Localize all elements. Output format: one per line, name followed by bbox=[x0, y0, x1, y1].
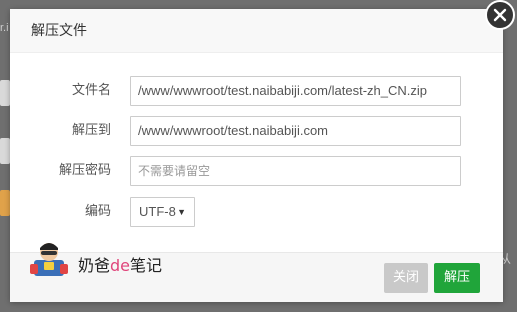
close-icon[interactable] bbox=[485, 0, 515, 30]
caret-down-icon: ▼ bbox=[177, 207, 186, 217]
file-icon bbox=[0, 190, 10, 216]
extract-button[interactable]: 解压 bbox=[434, 263, 480, 293]
watermark-part-2: de bbox=[110, 256, 131, 275]
close-button[interactable]: 关闭 bbox=[384, 263, 428, 293]
encoding-row: 编码 UTF-8 ▼ bbox=[10, 197, 503, 227]
encoding-select[interactable]: UTF-8 ▼ bbox=[130, 197, 195, 227]
dialog-title: 解压文件 bbox=[10, 9, 503, 53]
password-row: 解压密码 不需要请留空 bbox=[10, 156, 503, 186]
extract-to-row: 解压到 /www/wwwroot/test.naibabiji.com bbox=[10, 116, 503, 146]
encoding-label: 编码 bbox=[84, 204, 111, 219]
filename-input[interactable]: /www/wwwroot/test.naibabiji.com/latest-z… bbox=[130, 76, 461, 106]
encoding-selected-value: UTF-8 bbox=[139, 204, 176, 219]
file-icon bbox=[0, 80, 10, 106]
watermark-text: 奶爸de笔记 bbox=[78, 252, 162, 276]
extract-to-input[interactable]: /www/wwwroot/test.naibabiji.com bbox=[130, 116, 461, 146]
x-icon bbox=[493, 8, 507, 22]
password-label: 解压密码 bbox=[58, 163, 111, 178]
avatar-logo-icon bbox=[30, 243, 68, 276]
watermark-logo: 奶爸de笔记 bbox=[26, 236, 186, 284]
extract-to-label: 解压到 bbox=[71, 123, 111, 138]
password-input[interactable]: 不需要请留空 bbox=[130, 156, 461, 186]
file-icon bbox=[0, 138, 10, 164]
filename-row: 文件名 /www/wwwroot/test.naibabiji.com/late… bbox=[10, 76, 503, 106]
watermark-part-3: 笔记 bbox=[130, 256, 163, 275]
watermark-part-1: 奶爸 bbox=[78, 256, 111, 275]
filename-label: 文件名 bbox=[71, 83, 111, 98]
